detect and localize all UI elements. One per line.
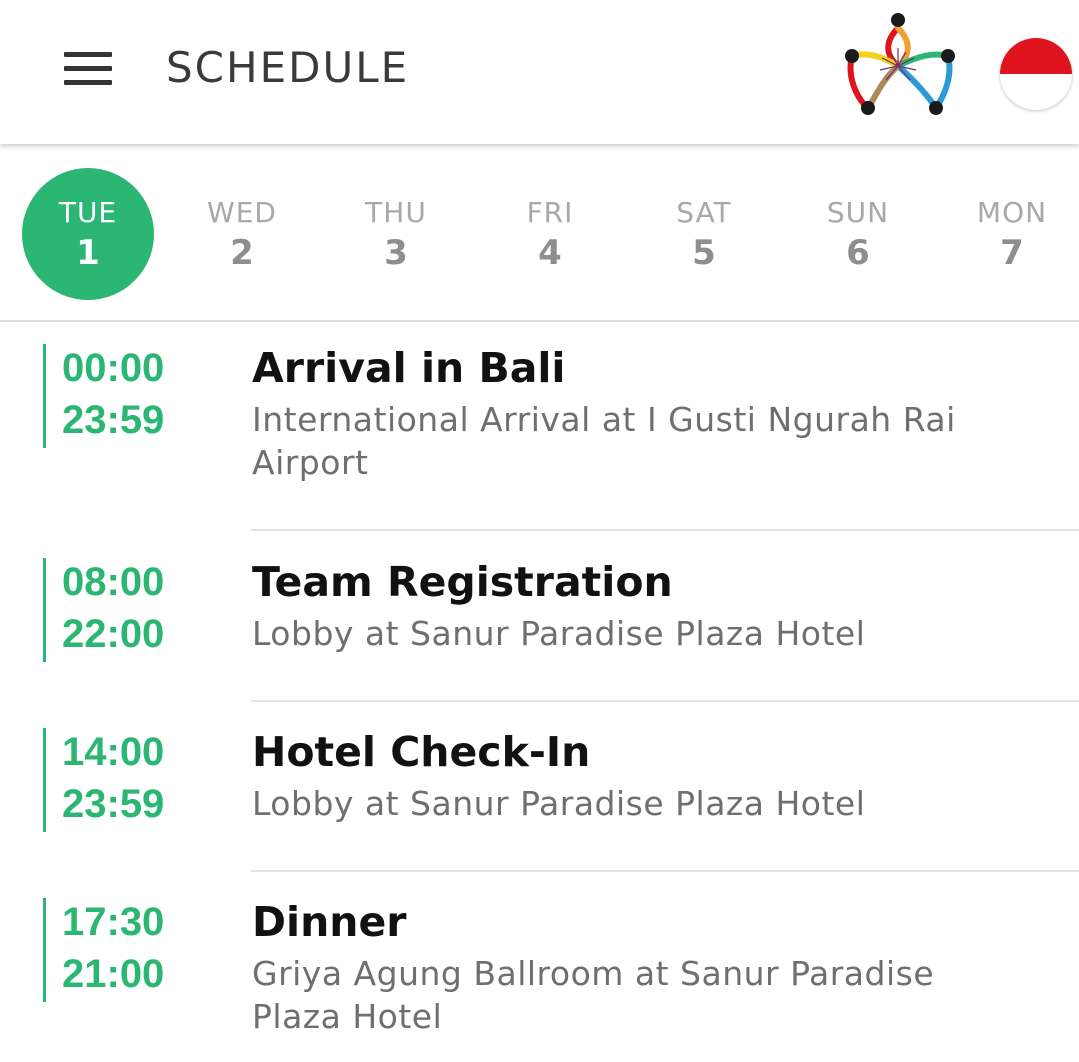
time-bar [43,728,46,832]
day-tab-thu[interactable]: THU 3 [330,168,462,300]
day-number: 2 [230,232,254,273]
event-title: Arrival in Bali [252,344,566,392]
day-number: 6 [846,232,870,273]
time-bar [43,898,46,1002]
day-tab-sun[interactable]: SUN 6 [792,168,924,300]
event-location-line1: Griya Agung Ballroom at Sanur Paradise [252,954,935,993]
flag-red-half [1000,38,1072,74]
day-name: MON [976,195,1048,229]
page-title: SCHEDULE [166,43,410,92]
menu-line [64,51,112,57]
event-location-line2: Airport [252,443,369,482]
divider [251,700,1079,702]
end-time: 23:59 [62,782,165,826]
day-name: SUN [826,195,890,229]
end-time: 22:00 [62,612,165,656]
day-tab-wed[interactable]: WED 2 [176,168,308,300]
day-number: 1 [76,232,100,273]
flag-white-half [1000,74,1072,110]
hamburger-menu-icon[interactable] [52,40,124,96]
day-name: FRI [526,195,574,229]
day-tab-tue[interactable]: TUE 1 [22,168,154,300]
start-time: 14:00 [62,730,165,774]
day-number: 5 [692,232,716,273]
day-name: THU [365,195,427,229]
event-title: Hotel Check-In [252,728,591,776]
divider [251,870,1079,872]
indonesia-flag-icon[interactable] [1000,38,1072,110]
day-name: TUE [58,195,118,229]
divider [251,529,1079,531]
start-time: 00:00 [62,346,165,390]
day-name: SAT [676,195,732,229]
day-tab-sat[interactable]: SAT 5 [638,168,770,300]
day-tab-fri[interactable]: FRI 4 [484,168,616,300]
end-time: 21:00 [62,952,165,996]
event-location-line1: Lobby at Sanur Paradise Plaza Hotel [252,614,866,653]
app-bar: SCHEDULE [0,0,1079,144]
event-title: Dinner [252,898,407,946]
event-location-line1: International Arrival at I Gusti Ngurah … [252,400,956,439]
time-bar [43,558,46,662]
flower-logo-icon [845,13,955,115]
event-title: Team Registration [252,558,673,606]
start-time: 17:30 [62,900,165,944]
day-number: 4 [538,232,562,273]
end-time: 23:59 [62,398,165,442]
menu-line [64,79,112,85]
day-number: 7 [1000,232,1024,273]
menu-line [64,65,112,71]
day-selector: TUE 1 WED 2 THU 3 FRI 4 SAT 5 SUN 6 MON … [0,146,1079,322]
time-bar [43,344,46,448]
event-location-line1: Lobby at Sanur Paradise Plaza Hotel [252,784,866,823]
day-name: WED [207,195,277,229]
start-time: 08:00 [62,560,165,604]
day-tab-mon[interactable]: MON 7 [946,168,1078,300]
day-number: 3 [384,232,408,273]
event-location-line2: Plaza Hotel [252,997,443,1036]
